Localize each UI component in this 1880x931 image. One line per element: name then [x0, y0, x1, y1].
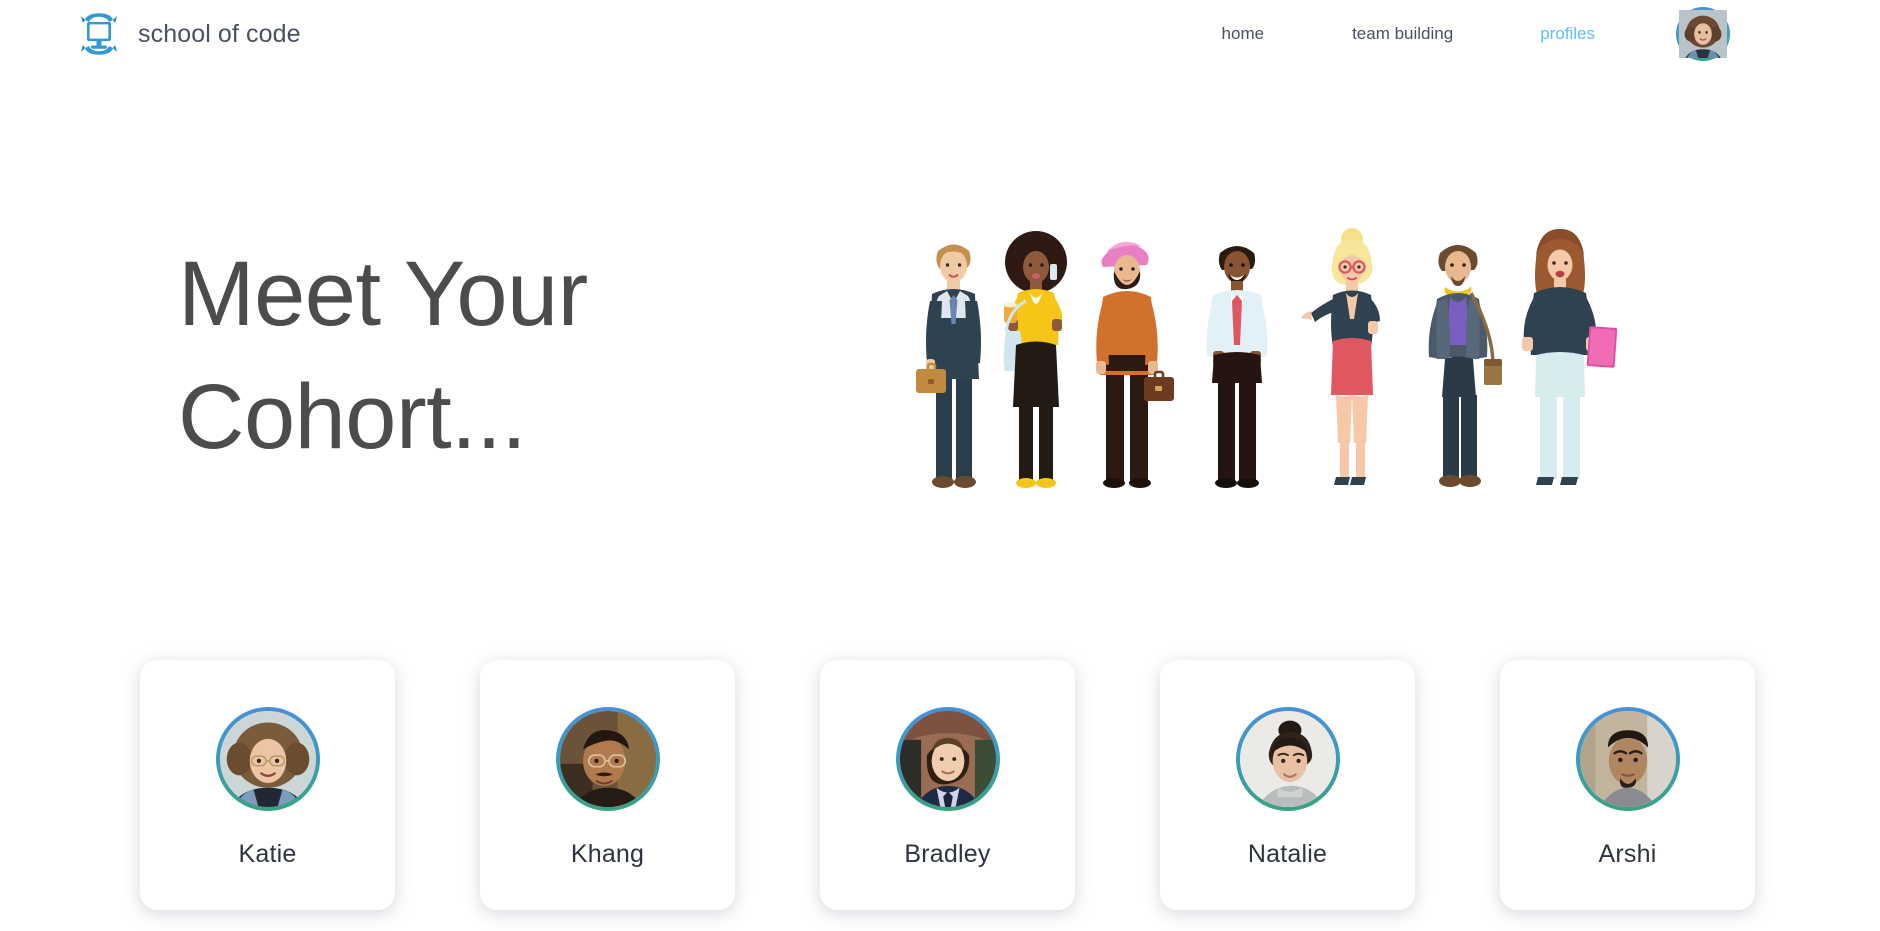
diverse-business-people-illustration: [916, 228, 1618, 488]
profile-cards-row: Katie Khang Bradley Natalie Arshi: [0, 660, 1880, 910]
primary-nav: home team building profiles: [1222, 18, 1676, 50]
hero-section: Meet Your Cohort...: [0, 46, 1880, 666]
profile-name-arshi: Arshi: [1598, 840, 1657, 868]
nav-item-profiles: profiles: [1540, 18, 1595, 50]
profile-card-natalie[interactable]: Natalie: [1160, 660, 1415, 910]
person-2-afro-woman: [1003, 231, 1067, 488]
person-3-turban-man: [1096, 241, 1174, 488]
profile-card-khang[interactable]: Khang: [480, 660, 735, 910]
hero-title-line-2: Cohort...: [178, 366, 527, 468]
profile-card-arshi[interactable]: Arshi: [1500, 660, 1755, 910]
avatar-ring-natalie: [1235, 707, 1340, 811]
profile-card-katie[interactable]: Katie: [140, 660, 395, 910]
top-navigation-bar: school of code home team building profil…: [0, 0, 1880, 68]
person-1-suit-man: [916, 244, 981, 488]
nav-link-profiles[interactable]: profiles: [1540, 18, 1595, 50]
avatar-ring-khang: [555, 707, 660, 811]
user-avatar[interactable]: [1676, 7, 1730, 61]
person-4-shirt-tie-man: [1206, 246, 1268, 488]
profile-card-bradley[interactable]: Bradley: [820, 660, 1075, 910]
person-7-auburn-woman: [1522, 229, 1618, 485]
nav-link-list: home team building profiles: [1222, 18, 1676, 50]
person-5-blonde-woman: [1301, 228, 1380, 485]
nav-link-team-building[interactable]: team building: [1352, 18, 1453, 50]
profile-name-khang: Khang: [570, 840, 645, 868]
avatar-katie-icon: [219, 711, 316, 807]
person-6-blazer-man: [1428, 245, 1502, 487]
brand-logo-link[interactable]: school of code: [78, 8, 301, 60]
hero-title-line-1: Meet Your: [178, 242, 588, 345]
nav-item-home: home: [1222, 18, 1265, 50]
nav-item-team-building: team building: [1352, 18, 1453, 50]
avatar-ring-arshi: [1575, 707, 1680, 811]
user-avatar-image: [1679, 10, 1727, 58]
avatar-khang-icon: [559, 711, 656, 807]
avatar-ring-katie: [215, 707, 320, 811]
school-of-code-logo-icon: [78, 8, 120, 60]
avatar-natalie-icon: [1239, 711, 1336, 807]
hero-copy: Meet Your Cohort...: [178, 233, 878, 480]
page-title: Meet Your Cohort...: [178, 233, 878, 480]
profile-name-bradley: Bradley: [904, 840, 991, 868]
avatar-bradley-icon: [899, 711, 996, 807]
profile-name-katie: Katie: [238, 840, 297, 868]
profile-name-natalie: Natalie: [1247, 840, 1328, 868]
avatar-arshi-icon: [1579, 711, 1676, 807]
brand-name-text: school of code: [138, 19, 301, 48]
nav-link-home[interactable]: home: [1222, 18, 1265, 50]
hero-illustration: [878, 209, 1880, 509]
avatar-ring-bradley: [895, 707, 1000, 811]
